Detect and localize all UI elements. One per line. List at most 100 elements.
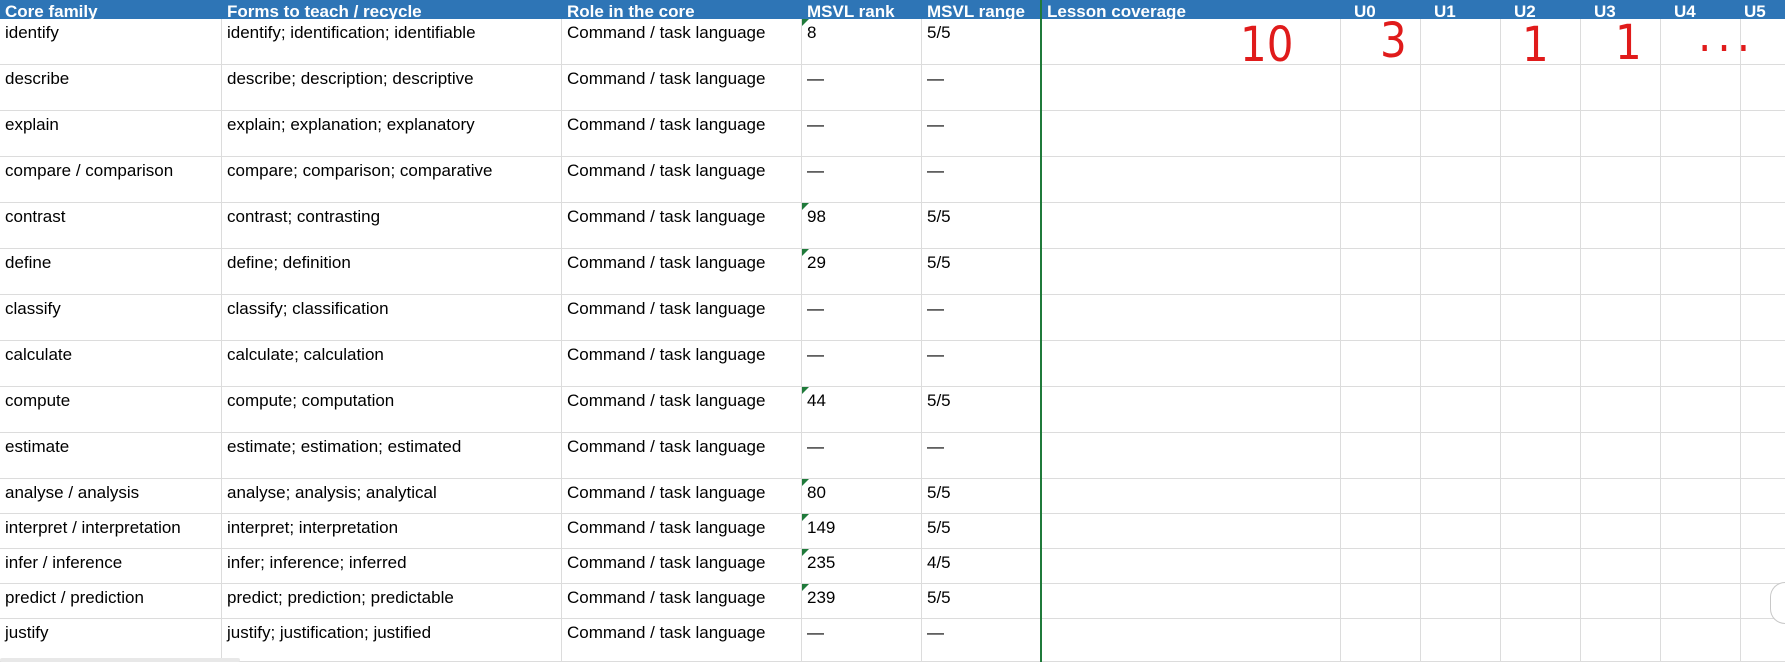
forms-cell[interactable]: compute; computation — [222, 387, 561, 433]
msvl-rank-cell[interactable]: — — [802, 341, 921, 387]
core-family-cell[interactable]: identify — [0, 19, 221, 65]
role-cell[interactable]: Command / task language — [562, 387, 801, 433]
forms-cell[interactable]: infer; inference; inferred — [222, 549, 561, 584]
msvl-rank-cell[interactable]: — — [802, 157, 921, 203]
table-row: compare / comparison compare; comparison;… — [0, 157, 1785, 203]
msvl-rank-cell[interactable]: 29 — [802, 249, 921, 295]
msvl-range-cell[interactable]: 5/5 — [922, 479, 1040, 514]
core-family-cell[interactable]: compare / comparison — [0, 157, 221, 203]
msvl-range-cell[interactable]: 5/5 — [922, 203, 1040, 249]
core-family-cell[interactable]: contrast — [0, 203, 221, 249]
role-cell[interactable]: Command / task language — [562, 341, 801, 387]
msvl-range-cell[interactable]: 5/5 — [922, 19, 1040, 65]
role-cell[interactable]: Command / task language — [562, 249, 801, 295]
header-forms[interactable]: Forms to teach / recycle — [222, 0, 562, 19]
msvl-range-cell[interactable]: 5/5 — [922, 584, 1040, 619]
header-msvl-rank[interactable]: MSVL rank — [802, 0, 922, 19]
msvl-rank-cell[interactable]: 235 — [802, 549, 921, 584]
msvl-rank-cell[interactable]: 149 — [802, 514, 921, 549]
msvl-rank-cell[interactable]: — — [802, 111, 921, 157]
role-cell[interactable]: Command / task language — [562, 479, 801, 514]
header-lesson-coverage[interactable]: Lesson coverage — [1042, 0, 1340, 19]
role-cell[interactable]: Command / task language — [562, 157, 801, 203]
table-row: describe describe; description; descripti… — [0, 65, 1785, 111]
number-as-text-indicator — [802, 249, 809, 256]
msvl-range-cell[interactable]: — — [922, 295, 1040, 341]
forms-cell[interactable]: estimate; estimation; estimated — [222, 433, 561, 479]
role-cell[interactable]: Command / task language — [562, 111, 801, 157]
role-cell[interactable]: Command / task language — [562, 19, 801, 65]
forms-cell[interactable]: classify; classification — [222, 295, 561, 341]
core-family-cell[interactable]: explain — [0, 111, 221, 157]
forms-cell[interactable]: analyse; analysis; analytical — [222, 479, 561, 514]
role-cell[interactable]: Command / task language — [562, 549, 801, 584]
core-family-cell[interactable]: classify — [0, 295, 221, 341]
core-family-cell[interactable]: analyse / analysis — [0, 479, 221, 514]
msvl-range-cell[interactable]: 5/5 — [922, 387, 1040, 433]
core-family-cell[interactable]: calculate — [0, 341, 221, 387]
forms-cell[interactable]: compare; comparison; comparative — [222, 157, 561, 203]
msvl-rank-cell[interactable]: — — [802, 295, 921, 341]
msvl-range-cell[interactable]: — — [922, 111, 1040, 157]
msvl-rank-cell[interactable]: — — [802, 65, 921, 111]
msvl-range-cell[interactable]: — — [922, 341, 1040, 387]
msvl-rank-cell[interactable]: 239 — [802, 584, 921, 619]
msvl-range-cell[interactable]: — — [922, 157, 1040, 203]
core-family-cell[interactable]: infer / inference — [0, 549, 221, 584]
role-cell[interactable]: Command / task language — [562, 295, 801, 341]
forms-cell[interactable]: identify; identification; identifiable — [222, 19, 561, 65]
annotation-lesson-count: 10 — [1240, 16, 1294, 73]
forms-cell[interactable]: contrast; contrasting — [222, 203, 561, 249]
table-row: contrast contrast; contrasting Command / t… — [0, 203, 1785, 249]
table-row: interpret / interpretation interpret; int… — [0, 514, 1785, 549]
core-family-cell[interactable]: estimate — [0, 433, 221, 479]
number-as-text-indicator — [802, 479, 809, 486]
number-as-text-indicator — [802, 514, 809, 521]
msvl-range-cell[interactable]: — — [922, 65, 1040, 111]
role-cell[interactable]: Command / task language — [562, 584, 801, 619]
msvl-range-cell[interactable]: 5/5 — [922, 249, 1040, 295]
msvl-rank-cell[interactable]: 44 — [802, 387, 921, 433]
core-family-cell[interactable]: interpret / interpretation — [0, 514, 221, 549]
core-family-cell[interactable]: define — [0, 249, 221, 295]
msvl-range-cell[interactable]: — — [922, 619, 1040, 662]
core-family-cell[interactable]: justify — [0, 619, 221, 662]
table-row: estimate estimate; estimation; estimated C… — [0, 433, 1785, 479]
forms-cell[interactable]: define; definition — [222, 249, 561, 295]
msvl-range-cell[interactable]: 4/5 — [922, 549, 1040, 584]
number-as-text-indicator — [802, 19, 809, 26]
header-core-family[interactable]: Core family — [0, 0, 222, 19]
horizontal-scrollbar[interactable] — [0, 658, 240, 662]
forms-cell[interactable]: calculate; calculation — [222, 341, 561, 387]
number-as-text-indicator — [802, 387, 809, 394]
scroll-handle[interactable] — [1770, 582, 1785, 624]
msvl-range-cell[interactable]: 5/5 — [922, 514, 1040, 549]
core-family-cell[interactable]: describe — [0, 65, 221, 111]
forms-cell[interactable]: explain; explanation; explanatory — [222, 111, 561, 157]
header-u1[interactable]: U1 — [1420, 0, 1500, 19]
msvl-rank-cell[interactable]: 8 — [802, 19, 921, 65]
msvl-rank-cell[interactable]: — — [802, 619, 921, 662]
core-family-cell[interactable]: predict / prediction — [0, 584, 221, 619]
msvl-rank-cell[interactable]: — — [802, 433, 921, 479]
msvl-rank-cell[interactable]: 98 — [802, 203, 921, 249]
table-row: justify justify; justification; justified… — [0, 619, 1785, 662]
forms-cell[interactable]: predict; prediction; predictable — [222, 584, 561, 619]
forms-cell[interactable]: interpret; interpretation — [222, 514, 561, 549]
msvl-rank-cell[interactable]: 80 — [802, 479, 921, 514]
header-role[interactable]: Role in the core — [562, 0, 802, 19]
core-family-cell[interactable]: compute — [0, 387, 221, 433]
forms-cell[interactable]: describe; description; descriptive — [222, 65, 561, 111]
header-row: Core family Forms to teach / recycle Rol… — [0, 0, 1785, 19]
role-cell[interactable]: Command / task language — [562, 514, 801, 549]
forms-cell[interactable]: justify; justification; justified — [222, 619, 561, 662]
role-cell[interactable]: Command / task language — [562, 619, 801, 662]
role-cell[interactable]: Command / task language — [562, 65, 801, 111]
number-as-text-indicator — [802, 203, 809, 210]
table-row: compute compute; computation Command / tas… — [0, 387, 1785, 433]
role-cell[interactable]: Command / task language — [562, 203, 801, 249]
role-cell[interactable]: Command / task language — [562, 433, 801, 479]
header-msvl-range[interactable]: MSVL range — [922, 0, 1040, 19]
msvl-range-cell[interactable]: — — [922, 433, 1040, 479]
annotation-ellipsis: ... — [1698, 6, 1757, 63]
